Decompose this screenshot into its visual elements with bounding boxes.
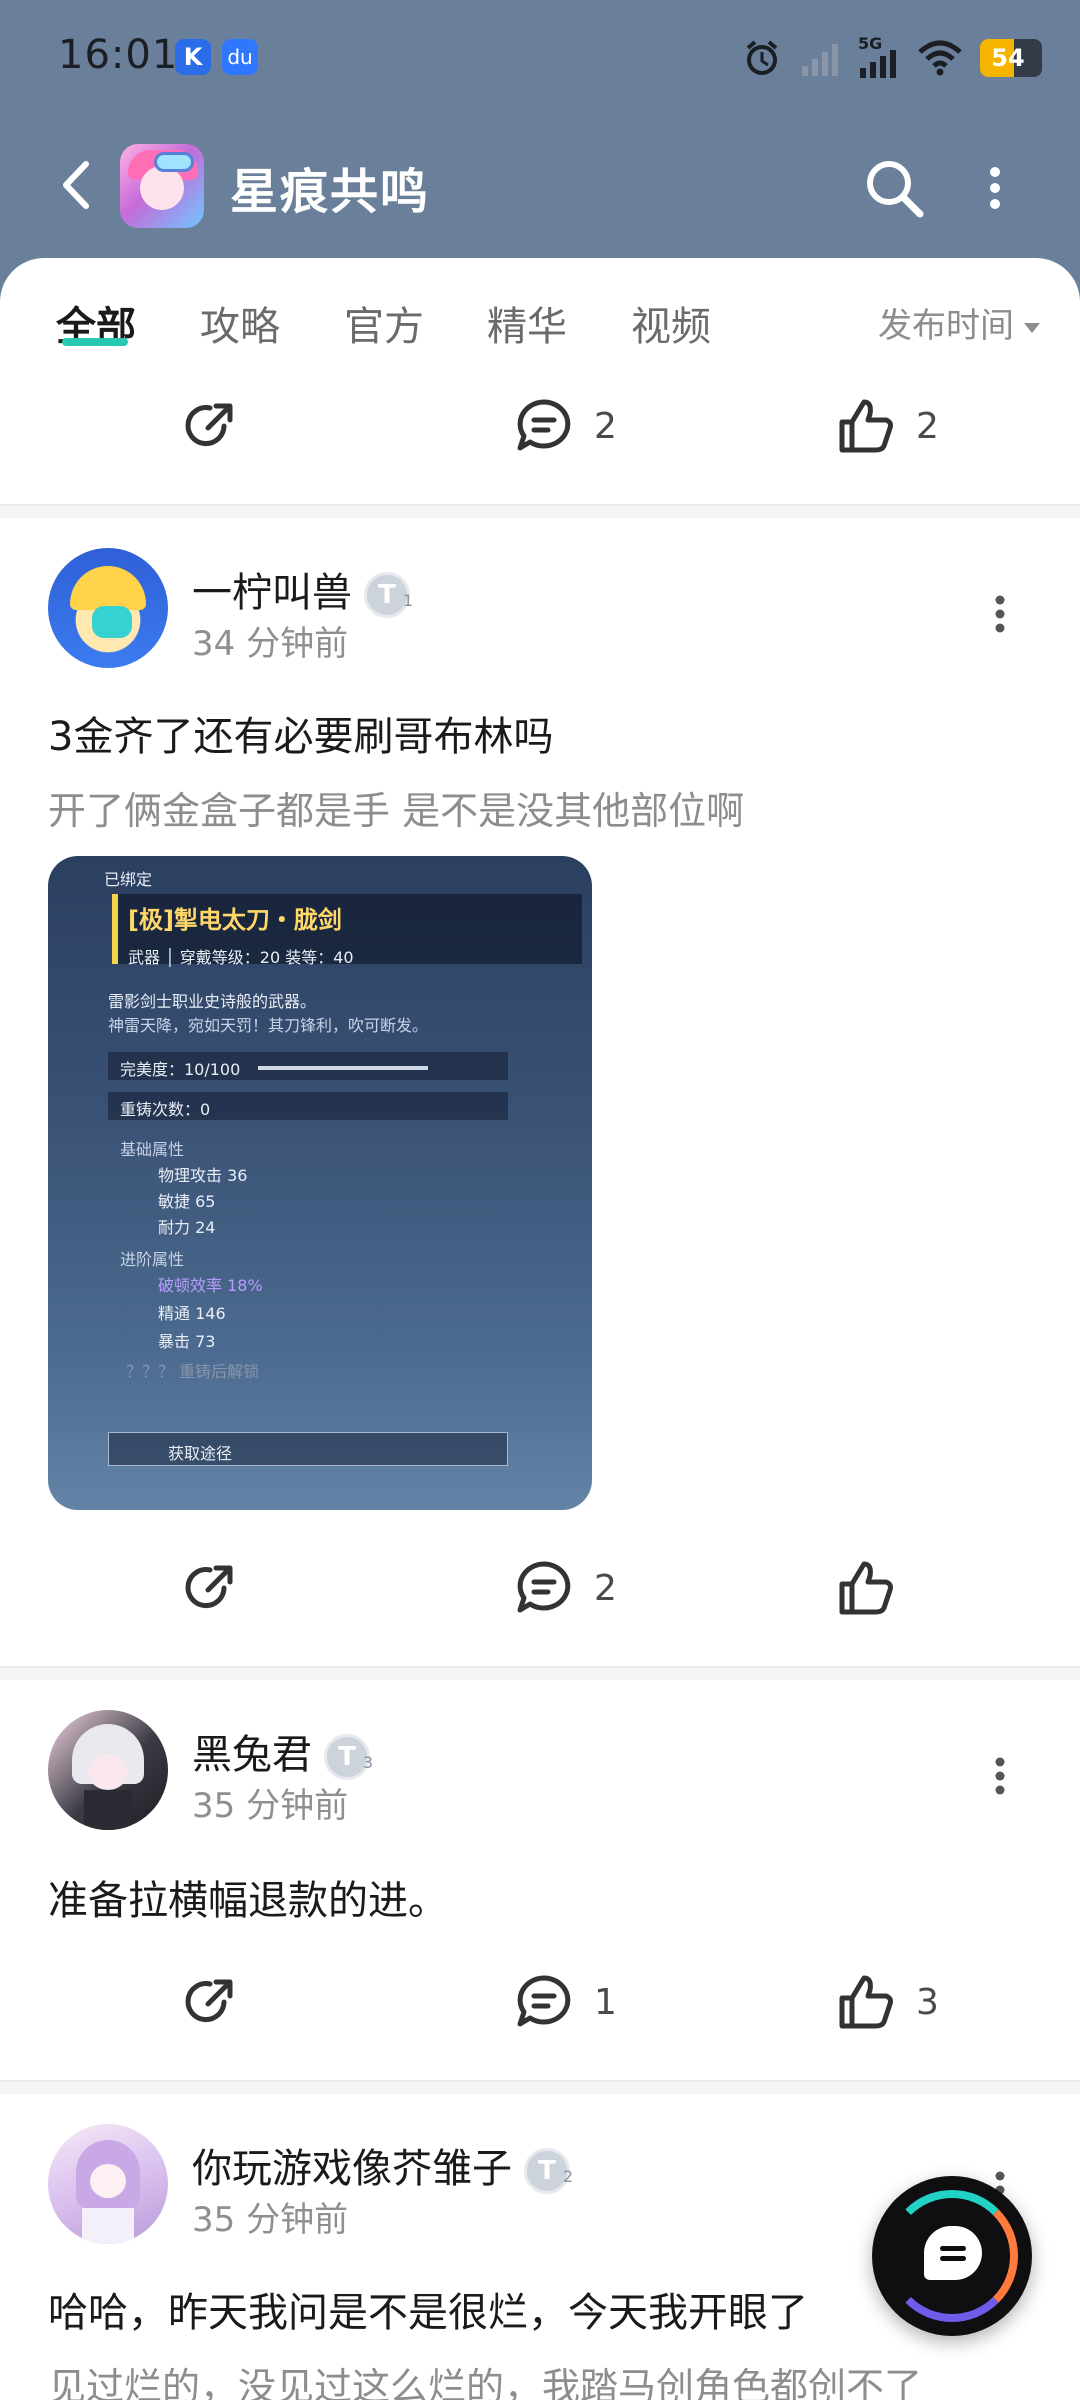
- avatar[interactable]: [48, 2124, 168, 2244]
- alarm-icon: [746, 40, 778, 75]
- top-app-bar: 星痕共鸣: [0, 130, 1080, 240]
- username[interactable]: 一柠叫兽 T 1: [192, 560, 413, 618]
- thumbs-up-icon: [839, 1975, 893, 2029]
- comment-button[interactable]: 1: [514, 1972, 617, 2032]
- image-item-desc2: 神雷天降，宛如天罚！其刀锋利，吹可断发。: [108, 1016, 429, 1035]
- signal-strong-icon: [860, 50, 896, 78]
- image-item-name: [极]掣电太刀・胧剑: [128, 906, 342, 934]
- post-divider: [0, 504, 1080, 518]
- post-more-icon[interactable]: [990, 1756, 1010, 1796]
- share-icon: [185, 1565, 233, 1609]
- post-actions: 1 3: [0, 1962, 1080, 2042]
- post-body[interactable]: 开了俩金盒子都是手 是不是没其他部位啊: [48, 780, 744, 835]
- active-tab-indicator: [62, 338, 128, 346]
- share-icon: [185, 1979, 233, 2023]
- level-badge-icon: T3: [324, 1734, 373, 1780]
- comment-icon: [517, 1975, 571, 2027]
- image-locked: ？？？ 重铸后解锁: [126, 1362, 260, 1381]
- battery-indicator: 54: [980, 39, 1042, 77]
- comment-count: 2: [594, 1567, 617, 1609]
- chat-bubble-icon: [924, 2226, 982, 2280]
- image-perfect: 完美度：10/100: [120, 1060, 241, 1079]
- post-image[interactable]: 已绑定 [极]掣电太刀・胧剑 武器 │ 穿戴等级：20 装等：40 雷影剑士职业…: [48, 856, 592, 1510]
- image-attr: 耐力 24: [158, 1218, 216, 1237]
- post-divider: [0, 1666, 1080, 1680]
- tab-featured[interactable]: 精华: [487, 294, 567, 352]
- image-source: 获取途径: [168, 1444, 233, 1463]
- status-bar: 16:01 K du 5G 54: [0, 0, 1080, 110]
- post-divider: [0, 2080, 1080, 2094]
- post-actions: 2: [0, 1548, 1080, 1628]
- thumbs-up-icon: [839, 1561, 893, 1615]
- game-avatar[interactable]: [120, 144, 204, 228]
- image-item-meta: 武器 │ 穿戴等级：20 装等：40: [128, 948, 354, 967]
- comment-button[interactable]: 2: [514, 396, 617, 456]
- level-badge-icon: T2: [524, 2148, 573, 2194]
- post-actions: 2 2: [0, 386, 1080, 466]
- thumbs-up-icon: [839, 399, 893, 453]
- status-time: 16:01: [58, 32, 179, 78]
- network-5g-label: 5G: [858, 34, 900, 78]
- username[interactable]: 黑兔君 T 3: [192, 1722, 373, 1780]
- tab-official[interactable]: 官方: [344, 294, 424, 352]
- comment-icon: [517, 399, 571, 451]
- search-icon[interactable]: [862, 156, 926, 220]
- page-title: 星痕共鸣: [230, 164, 431, 220]
- image-adv-attr: 进阶属性: [120, 1250, 185, 1269]
- comment-button[interactable]: 2: [514, 1558, 617, 1618]
- share-button[interactable]: [180, 1558, 240, 1618]
- sort-dropdown[interactable]: 发布时间: [878, 298, 1040, 347]
- like-count: 2: [916, 405, 939, 447]
- post-title[interactable]: 3金齐了还有必要刷哥布林吗: [48, 704, 553, 762]
- tab-bar: 全部 攻略 官方 精华 视频 发布时间: [0, 258, 1080, 368]
- image-item-desc: 雷影剑士职业史诗般的武器。: [108, 992, 317, 1011]
- post-timestamp: 35 分钟前: [192, 1786, 349, 1826]
- tab-guides[interactable]: 攻略: [200, 294, 280, 352]
- tab-video[interactable]: 视频: [631, 294, 711, 352]
- post-body[interactable]: 见过烂的，没见过这么烂的，我踏马创角色都创不了: [48, 2356, 922, 2400]
- signal-weak-icon: [802, 44, 838, 76]
- image-attr: 精通 146: [158, 1304, 226, 1323]
- image-reforge: 重铸次数：0: [120, 1100, 211, 1119]
- app-k-notification-icon: K: [175, 39, 211, 75]
- post-title[interactable]: 准备拉横幅退款的进。: [48, 1868, 448, 1926]
- image-base-attr: 基础属性: [120, 1140, 185, 1159]
- share-icon: [185, 403, 233, 447]
- image-attr: 敏捷 65: [158, 1192, 216, 1211]
- back-arrow-icon[interactable]: [56, 160, 96, 210]
- image-attr: 暴击 73: [158, 1332, 216, 1351]
- post-title[interactable]: 哈哈，昨天我问是不是很烂，今天我开眼了: [48, 2280, 808, 2338]
- image-perfect-bar: [258, 1066, 428, 1070]
- like-button[interactable]: [836, 1558, 916, 1618]
- image-bound-tag: 已绑定: [104, 870, 153, 889]
- chat-fab-button[interactable]: [872, 2176, 1032, 2336]
- avatar[interactable]: [48, 548, 168, 668]
- share-button[interactable]: [180, 1972, 240, 2032]
- like-button[interactable]: 2: [836, 396, 939, 456]
- like-button[interactable]: 3: [836, 1972, 939, 2032]
- post-timestamp: 35 分钟前: [192, 2200, 349, 2240]
- avatar[interactable]: [48, 1710, 168, 1830]
- share-button[interactable]: [180, 396, 240, 456]
- post-more-icon[interactable]: [990, 594, 1010, 634]
- image-attr: 物理攻击 36: [158, 1166, 248, 1185]
- level-badge-icon: T1: [364, 572, 413, 618]
- app-baidu-notification-icon: du: [222, 39, 258, 75]
- comment-count: 2: [594, 405, 617, 447]
- comment-icon: [517, 1561, 571, 1613]
- username[interactable]: 你玩游戏像芥雏子 T 2: [192, 2136, 573, 2194]
- image-attr: 破顿效率 18%: [158, 1276, 263, 1295]
- wifi-icon: [918, 40, 962, 76]
- post-timestamp: 34 分钟前: [192, 624, 349, 664]
- more-vertical-icon[interactable]: [980, 166, 1010, 210]
- comment-count: 1: [594, 1981, 617, 2023]
- like-count: 3: [916, 1981, 939, 2023]
- dropdown-triangle-icon: [1024, 322, 1040, 333]
